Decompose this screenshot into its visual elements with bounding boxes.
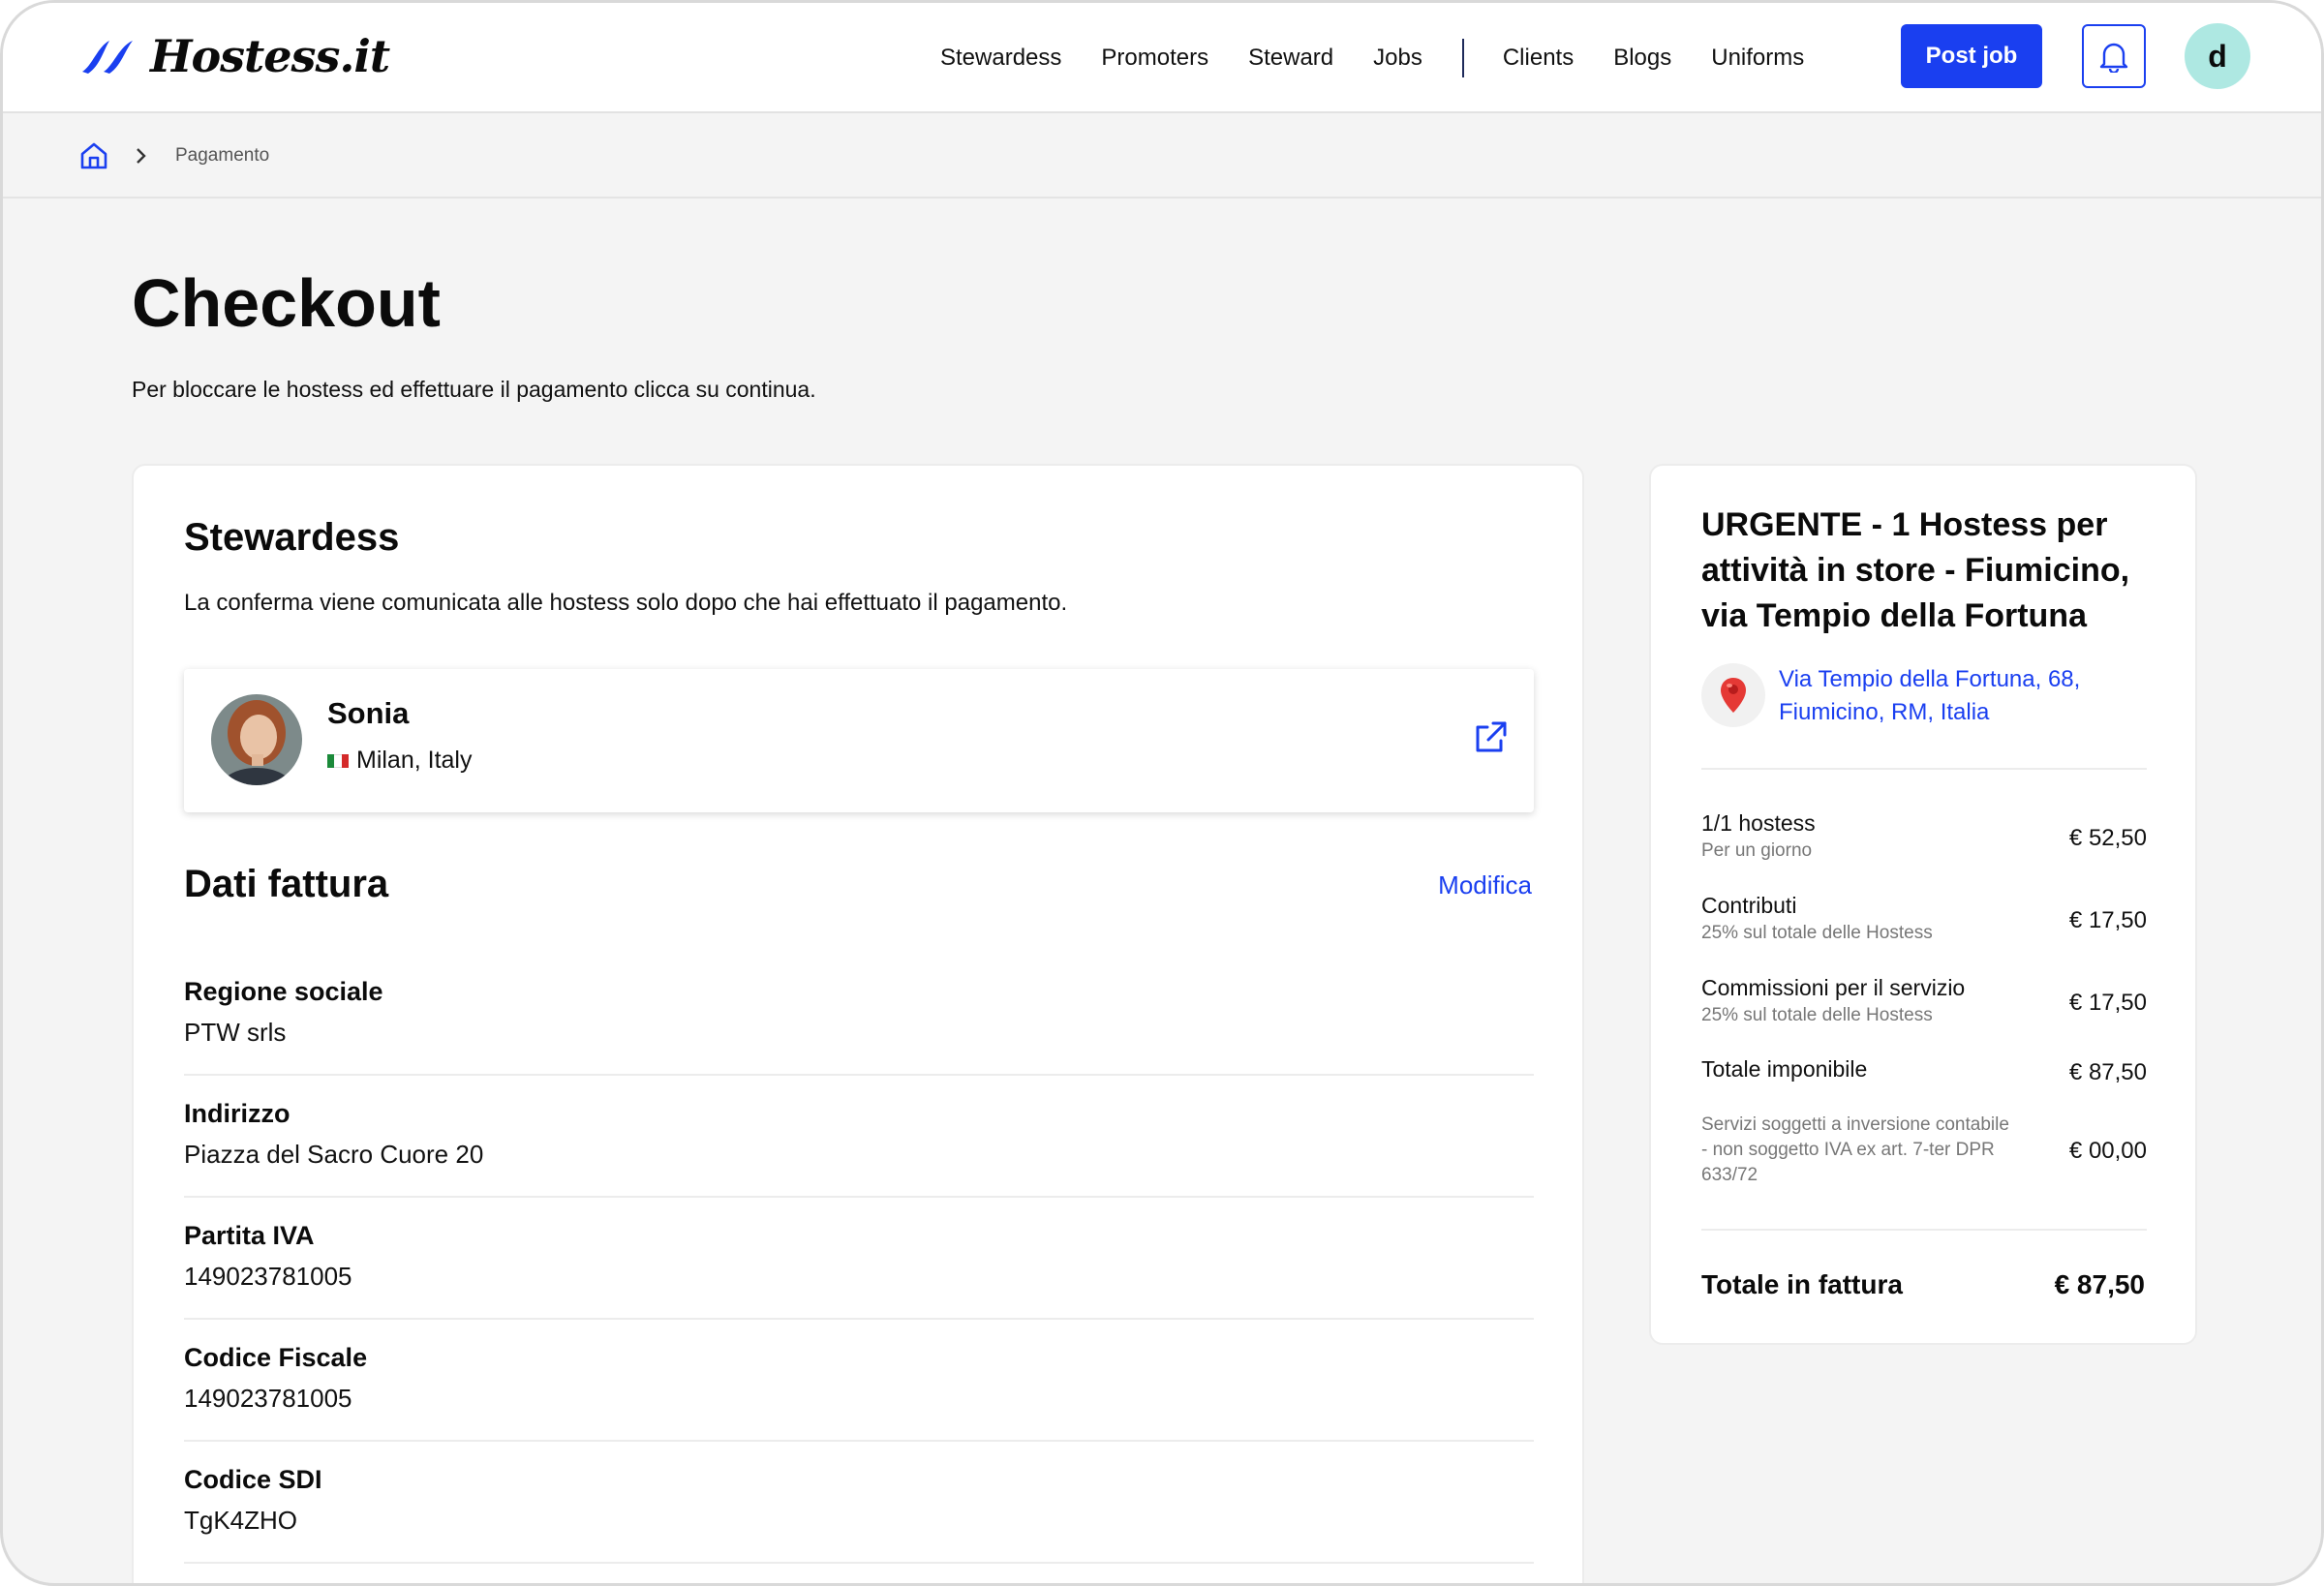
field-value: Piazza del Sacro Cuore 20 xyxy=(184,1140,484,1169)
top-header: Hostess.it Stewardess Promoters Steward … xyxy=(3,3,2321,113)
main-nav: Stewardess Promoters Steward Jobs Client… xyxy=(940,3,1844,113)
location-pin xyxy=(1701,663,1765,727)
address-line-1: Via Tempio della Fortuna, 68, xyxy=(1779,666,2081,692)
total-label: Totale in fattura xyxy=(1701,1269,1903,1299)
invoice-field-codice-fiscale: Codice Fiscale 149023781005 xyxy=(184,1320,1534,1442)
bell-icon xyxy=(2099,43,2128,73)
line-value: € 17,50 xyxy=(2068,907,2147,933)
invoice-field-indirizzo: Indirizzo Piazza del Sacro Cuore 20 xyxy=(184,1076,1534,1198)
field-value: TgK4ZHO xyxy=(184,1506,298,1535)
address-line-2: Fiumicino, RM, Italia xyxy=(1779,699,1990,725)
line-value: € 17,50 xyxy=(2068,990,2147,1016)
invoice-section-title: Dati fattura xyxy=(184,863,389,905)
user-avatar[interactable]: d xyxy=(2185,23,2250,89)
field-value: PTW srls xyxy=(184,1018,287,1047)
invoice-field-regione-sociale: Regione sociale PTW srls xyxy=(184,954,1534,1076)
nav-stewardess[interactable]: Stewardess xyxy=(940,45,1061,72)
field-label: Partita IVA xyxy=(184,1221,315,1250)
summary-line-hostess: 1/1 hostess Per un giorno € 52,50 xyxy=(1701,810,2147,867)
field-value: 149023781005 xyxy=(184,1384,352,1413)
vat-value: € 00,00 xyxy=(2068,1138,2147,1164)
field-label: Codice SDI xyxy=(184,1465,322,1494)
job-address-link[interactable]: Via Tempio della Fortuna, 68, Fiumicino,… xyxy=(1779,663,2127,729)
field-label: Regione sociale xyxy=(184,977,383,1006)
breadcrumb-current: Pagamento xyxy=(175,145,270,166)
stewardess-section-title: Stewardess xyxy=(184,516,400,559)
app-frame: Hostess.it Stewardess Promoters Steward … xyxy=(0,0,2324,1586)
checkout-main-card: Stewardess La conferma viene comunicata … xyxy=(132,464,1584,1583)
italy-flag-icon xyxy=(327,753,349,768)
home-icon[interactable] xyxy=(78,140,109,171)
line-value: € 87,50 xyxy=(2068,1059,2147,1085)
nav-uniforms[interactable]: Uniforms xyxy=(1711,45,1804,72)
nav-promoters[interactable]: Promoters xyxy=(1101,45,1208,72)
nav-blogs[interactable]: Blogs xyxy=(1613,45,1671,72)
open-profile-button[interactable] xyxy=(1472,719,1509,761)
stewardess-location: Milan, Italy xyxy=(327,747,472,775)
order-summary-card: URGENTE - 1 Hostess per attività in stor… xyxy=(1649,464,2197,1345)
summary-line-contributi: Contributi 25% sul totale delle Hostess … xyxy=(1701,893,2147,949)
stewardess-photo xyxy=(211,694,302,785)
field-label: Codice Fiscale xyxy=(184,1343,368,1372)
summary-line-imponibile: Totale imponibile € 87,50 xyxy=(1701,1056,2147,1089)
field-value: 149023781005 xyxy=(184,1262,352,1291)
brand-name: Hostess.it xyxy=(150,30,390,82)
stewardess-location-text: Milan, Italy xyxy=(356,747,473,774)
external-link-icon xyxy=(1476,721,1507,752)
field-label: Indirizzo xyxy=(184,1099,290,1128)
page-subtitle: Per bloccare le hostess ed effettuare il… xyxy=(132,377,816,402)
brand-swoosh-icon xyxy=(82,41,133,74)
stewardess-name: Sonia xyxy=(327,696,410,730)
nav-steward[interactable]: Steward xyxy=(1248,45,1333,72)
job-title: URGENTE - 1 Hostess per attività in stor… xyxy=(1701,506,2130,634)
post-job-button[interactable]: Post job xyxy=(1901,24,2042,88)
stewardess-description: La conferma viene comunicata alle hostes… xyxy=(184,590,1068,616)
summary-total-divider xyxy=(1701,1229,2147,1231)
summary-line-iva-note: Servizi soggetti a inversione contabile … xyxy=(1701,1113,2147,1190)
vat-note: Servizi soggetti a inversione contabile … xyxy=(1701,1114,2009,1185)
nav-divider xyxy=(1461,39,1464,77)
page-title: Checkout xyxy=(132,265,441,341)
line-value: € 52,50 xyxy=(2068,825,2147,851)
map-pin-icon xyxy=(1721,678,1746,713)
nav-jobs[interactable]: Jobs xyxy=(1373,45,1422,72)
summary-divider xyxy=(1701,768,2147,770)
edit-invoice-link[interactable]: Modifica xyxy=(1438,870,1532,900)
brand-logo[interactable]: Hostess.it xyxy=(78,30,390,82)
nav-clients[interactable]: Clients xyxy=(1503,45,1574,72)
chevron-right-icon xyxy=(137,148,146,164)
invoice-field-partita-iva: Partita IVA 149023781005 xyxy=(184,1198,1534,1320)
summary-line-commissioni: Commissioni per il servizio 25% sul tota… xyxy=(1701,975,2147,1031)
total-value: € 87,50 xyxy=(2054,1269,2145,1299)
breadcrumb: Pagamento xyxy=(3,115,2321,198)
notifications-button[interactable] xyxy=(2082,24,2146,88)
invoice-field-codice-sdi: Codice SDI TgK4ZHO xyxy=(184,1442,1534,1564)
stewardess-card[interactable]: Sonia Milan, Italy xyxy=(184,669,1534,812)
